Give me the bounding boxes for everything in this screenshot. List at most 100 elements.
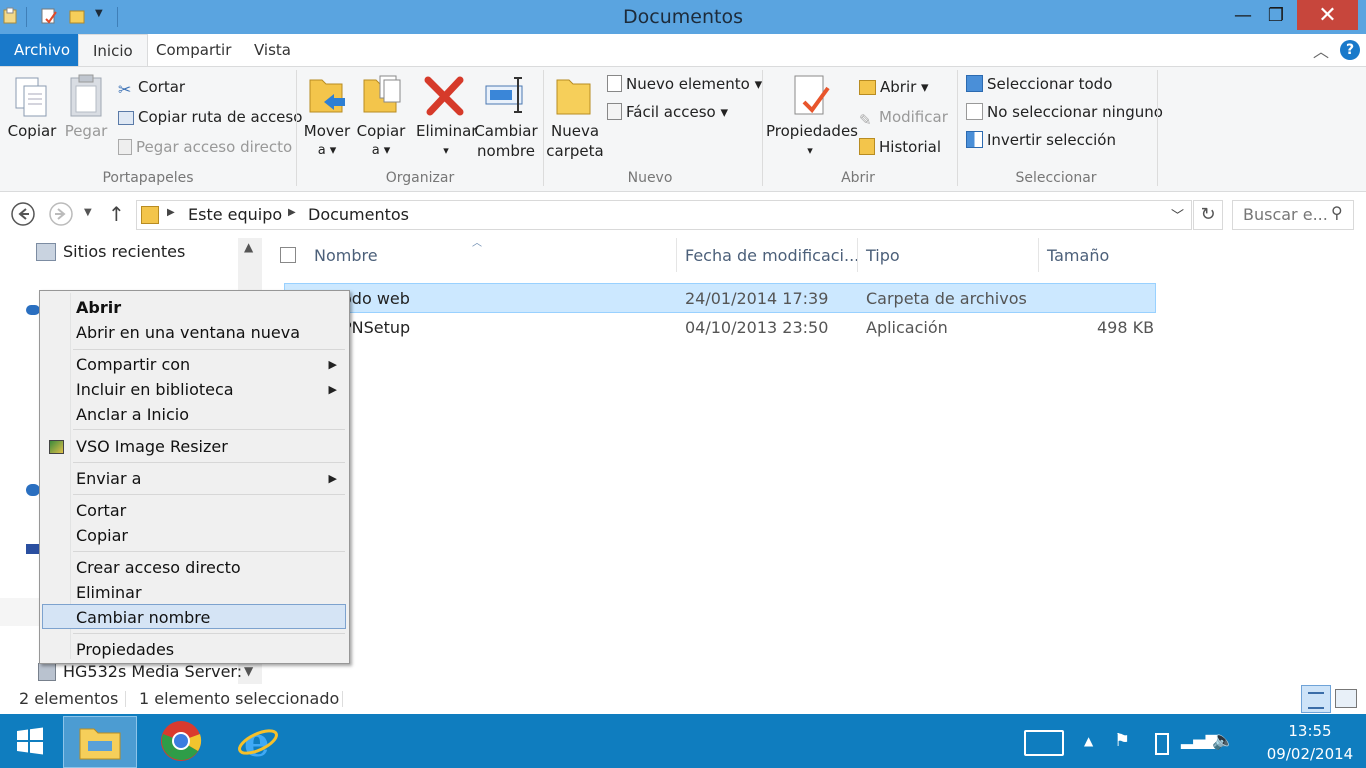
clock-time[interactable]: 13:55 — [1260, 722, 1360, 740]
scroll-up-icon[interactable]: ▲ — [244, 240, 253, 254]
help-icon[interactable]: ? — [1340, 40, 1360, 60]
clock-date[interactable]: 09/02/2014 — [1250, 745, 1366, 763]
menu-item-abrir-nueva-ventana[interactable]: Abrir en una ventana nueva — [76, 323, 300, 342]
scroll-down-icon[interactable]: ▼ — [244, 664, 253, 678]
large-icons-view-icon[interactable] — [1335, 689, 1357, 708]
status-separator — [342, 691, 343, 707]
cut-button[interactable]: ✂ Cortar — [118, 76, 185, 99]
tab-archivo[interactable]: Archivo — [0, 34, 78, 66]
address-bar[interactable]: ▶ Este equipo ▶ Documentos ﹀ — [136, 200, 1192, 230]
menu-item-anclar-a-inicio[interactable]: Anclar a Inicio — [76, 405, 189, 424]
details-view-button[interactable] — [1301, 685, 1331, 713]
menu-item-enviar-a[interactable]: Enviar a — [76, 469, 141, 488]
up-icon[interactable]: ↑ — [108, 202, 125, 226]
table-row[interactable]: PNSetup 04/10/2013 23:50 Aplicación 498 … — [284, 313, 1154, 341]
menu-item-cambiar-nombre[interactable]: Cambiar nombre — [76, 608, 210, 627]
nav-item-media-server[interactable]: HG532s Media Server: — [63, 662, 242, 681]
menu-item-incluir-en-biblioteca[interactable]: Incluir en biblioteca — [76, 380, 234, 399]
new-folder-label[interactable]: Nueva — [546, 121, 604, 141]
battery-icon[interactable] — [1155, 733, 1169, 755]
action-center-flag-icon[interactable]: ⚑ — [1114, 730, 1130, 751]
breadcrumb-documentos[interactable]: Documentos — [308, 205, 409, 224]
group-label-organizar: Organizar — [385, 170, 455, 186]
scissors-icon: ✂ — [118, 80, 132, 99]
column-header-size[interactable]: Tamaño — [1047, 246, 1109, 265]
homegroup-icon — [26, 484, 40, 496]
menu-item-abrir[interactable]: Abrir — [76, 298, 121, 317]
menu-item-vso-image-resizer[interactable]: VSO Image Resizer — [76, 437, 228, 456]
easy-access-button[interactable]: Fácil acceso ▾ — [607, 101, 728, 123]
menu-separator — [73, 429, 345, 430]
menu-separator — [73, 551, 345, 552]
menu-separator — [73, 462, 345, 463]
copy-path-button[interactable]: Copiar ruta de acceso — [118, 106, 302, 128]
rename-label-2[interactable]: nombre — [474, 141, 538, 161]
menu-item-propiedades[interactable]: Propiedades — [76, 640, 174, 659]
column-separator[interactable] — [857, 238, 858, 272]
rename-label[interactable]: Cambiar — [474, 121, 538, 141]
copy-to-dropdown[interactable]: a ▾ — [354, 141, 408, 161]
open-button[interactable]: Abrir ▾ — [859, 76, 929, 98]
move-to-dropdown[interactable]: a ▾ — [300, 141, 354, 161]
tab-inicio[interactable]: Inicio — [78, 34, 148, 68]
nav-item-recent[interactable]: Sitios recientes — [63, 242, 185, 261]
edit-button[interactable]: ✎ Modificar — [859, 106, 948, 129]
close-button[interactable]: ✕ — [1297, 0, 1358, 30]
taskbar-chrome[interactable] — [145, 716, 217, 766]
properties-label[interactable]: Propiedades — [766, 121, 858, 141]
move-to-label[interactable]: Mover — [300, 121, 354, 141]
select-none-button[interactable]: No seleccionar ninguno — [966, 101, 1163, 123]
menu-item-eliminar[interactable]: Eliminar — [76, 583, 142, 602]
maximize-button[interactable]: ❐ — [1253, 0, 1299, 30]
new-item-button[interactable]: Nuevo elemento ▾ — [607, 73, 762, 95]
paste-button[interactable]: Pegar — [60, 121, 112, 141]
breadcrumb-chevron-icon[interactable]: ▶ — [288, 207, 296, 218]
column-separator[interactable] — [1038, 238, 1039, 272]
submenu-arrow-icon: ▶ — [328, 383, 337, 396]
menu-item-compartir-con[interactable]: Compartir con — [76, 355, 190, 374]
select-all-icon — [966, 75, 983, 92]
column-header-name[interactable]: Nombre — [314, 246, 378, 265]
menu-item-crear-acceso-directo[interactable]: Crear acceso directo — [76, 558, 241, 577]
column-header-type[interactable]: Tipo — [866, 246, 900, 265]
svg-text:e: e — [244, 720, 269, 762]
menu-item-copiar[interactable]: Copiar — [76, 526, 128, 545]
breadcrumb-este-equipo[interactable]: Este equipo — [188, 205, 282, 224]
breadcrumb-chevron-icon[interactable]: ▶ — [167, 207, 175, 218]
history-button[interactable]: Historial — [859, 136, 941, 158]
forward-icon[interactable] — [48, 201, 74, 227]
paste-shortcut-button[interactable]: Pegar acceso directo — [118, 136, 292, 158]
new-folder-label-2[interactable]: carpeta — [546, 141, 604, 161]
copy-to-label[interactable]: Copiar — [354, 121, 408, 141]
copy-button[interactable]: Copiar — [4, 121, 60, 141]
column-separator[interactable] — [676, 238, 677, 272]
new-folder-icon — [556, 79, 591, 115]
taskbar-explorer[interactable] — [63, 716, 137, 768]
delete-label[interactable]: Eliminar — [416, 121, 477, 141]
menu-item-cortar[interactable]: Cortar — [76, 501, 126, 520]
start-button[interactable] — [0, 716, 60, 766]
address-dropdown-icon[interactable]: ﹀ — [1171, 205, 1184, 224]
refresh-button[interactable]: ↻ — [1193, 200, 1223, 230]
collapse-ribbon-icon[interactable]: ︿ — [1313, 38, 1329, 62]
window-title: Documentos — [623, 6, 743, 28]
keyboard-icon[interactable] — [1024, 730, 1064, 756]
select-all-button[interactable]: Seleccionar todo — [966, 73, 1112, 95]
delete-dropdown[interactable]: ▾ — [416, 141, 476, 161]
properties-dropdown[interactable]: ▾ — [766, 141, 854, 161]
volume-icon[interactable]: 🔈 — [1212, 730, 1234, 751]
tab-vista[interactable]: Vista — [240, 34, 305, 66]
taskbar-internet-explorer[interactable]: e — [222, 716, 294, 766]
back-icon[interactable] — [10, 201, 36, 227]
select-all-checkbox[interactable] — [280, 247, 296, 263]
invert-selection-button[interactable]: Invertir selección — [966, 129, 1116, 151]
search-input[interactable]: Buscar e... ⚲ — [1232, 200, 1354, 230]
show-hidden-icons-icon[interactable]: ▲ — [1084, 734, 1093, 748]
recent-locations-icon[interactable]: ▼ — [84, 207, 92, 218]
search-icon[interactable]: ⚲ — [1331, 203, 1343, 222]
submenu-arrow-icon: ▶ — [328, 358, 337, 371]
table-row[interactable]: odo web 24/01/2014 17:39 Carpeta de arch… — [284, 283, 1156, 313]
column-header-date[interactable]: Fecha de modificaci... — [685, 246, 859, 265]
tab-compartir[interactable]: Compartir — [142, 34, 245, 66]
copy-path-icon — [118, 111, 134, 125]
